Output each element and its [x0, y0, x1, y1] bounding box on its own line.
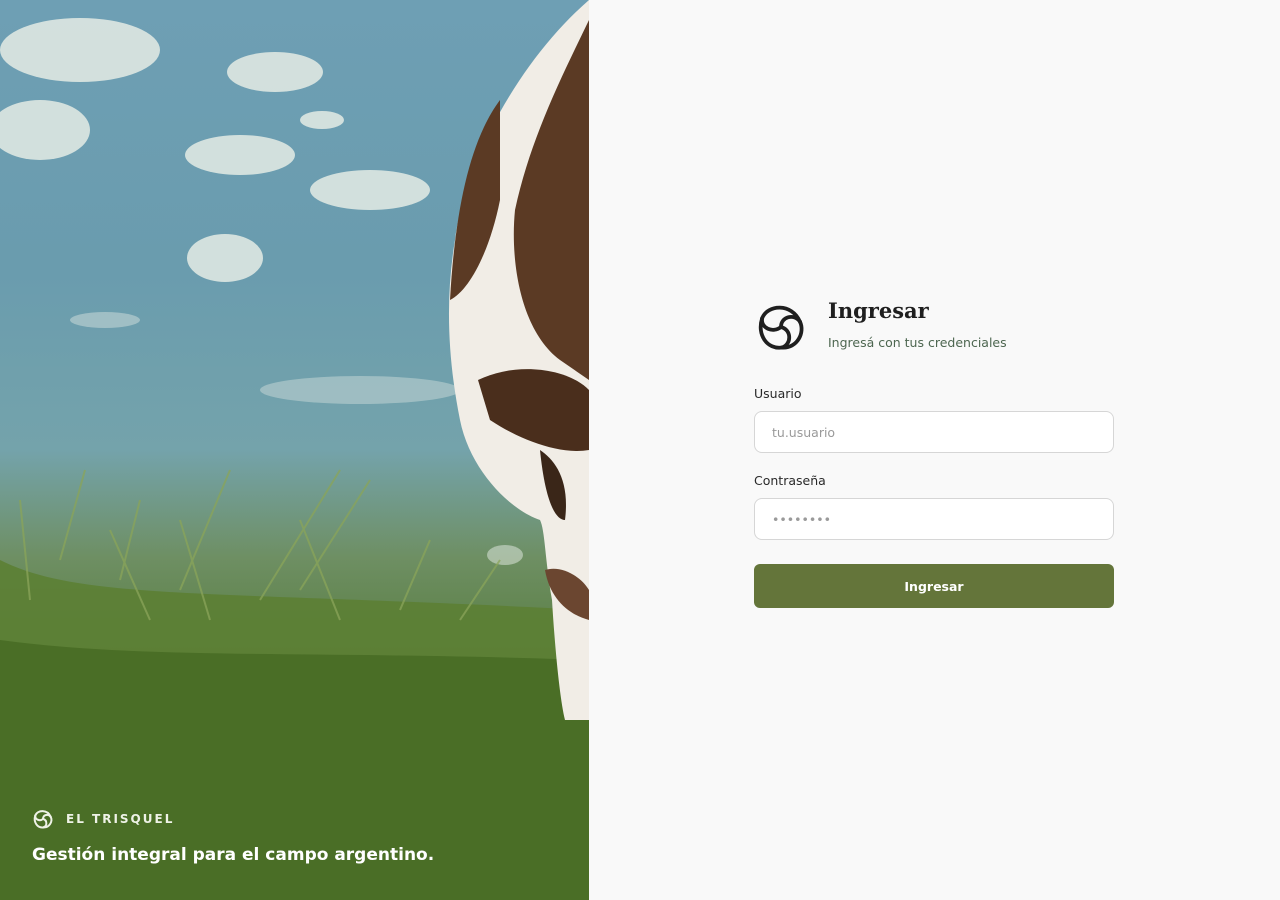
- spiral-logo-icon: [33, 810, 53, 829]
- username-group: Usuario: [754, 386, 1114, 453]
- hero-tagline: Gestión integral para el campo argentino…: [32, 845, 435, 865]
- login-button[interactable]: Ingresar: [754, 564, 1114, 608]
- spiral-logo-icon: [758, 305, 804, 350]
- username-label: Usuario: [754, 386, 802, 401]
- password-label: Contraseña: [754, 473, 826, 488]
- page-title: Ingresar: [828, 298, 929, 323]
- hero-panel: EL TRISQUEL Gestión integral para el cam…: [0, 0, 589, 900]
- username-input[interactable]: [754, 411, 1114, 453]
- brand-name: EL TRISQUEL: [66, 812, 175, 826]
- login-form: Ingresar Ingresá con tus credenciales Us…: [754, 296, 1114, 608]
- password-input[interactable]: [754, 498, 1114, 540]
- login-heading: Ingresar Ingresá con tus credenciales: [828, 296, 1007, 350]
- hero-image: [0, 0, 589, 900]
- login-header: Ingresar Ingresá con tus credenciales: [754, 296, 1114, 354]
- page-subtitle: Ingresá con tus credenciales: [828, 335, 1007, 350]
- password-group: Contraseña: [754, 473, 1114, 540]
- hero-brand: EL TRISQUEL: [32, 808, 174, 830]
